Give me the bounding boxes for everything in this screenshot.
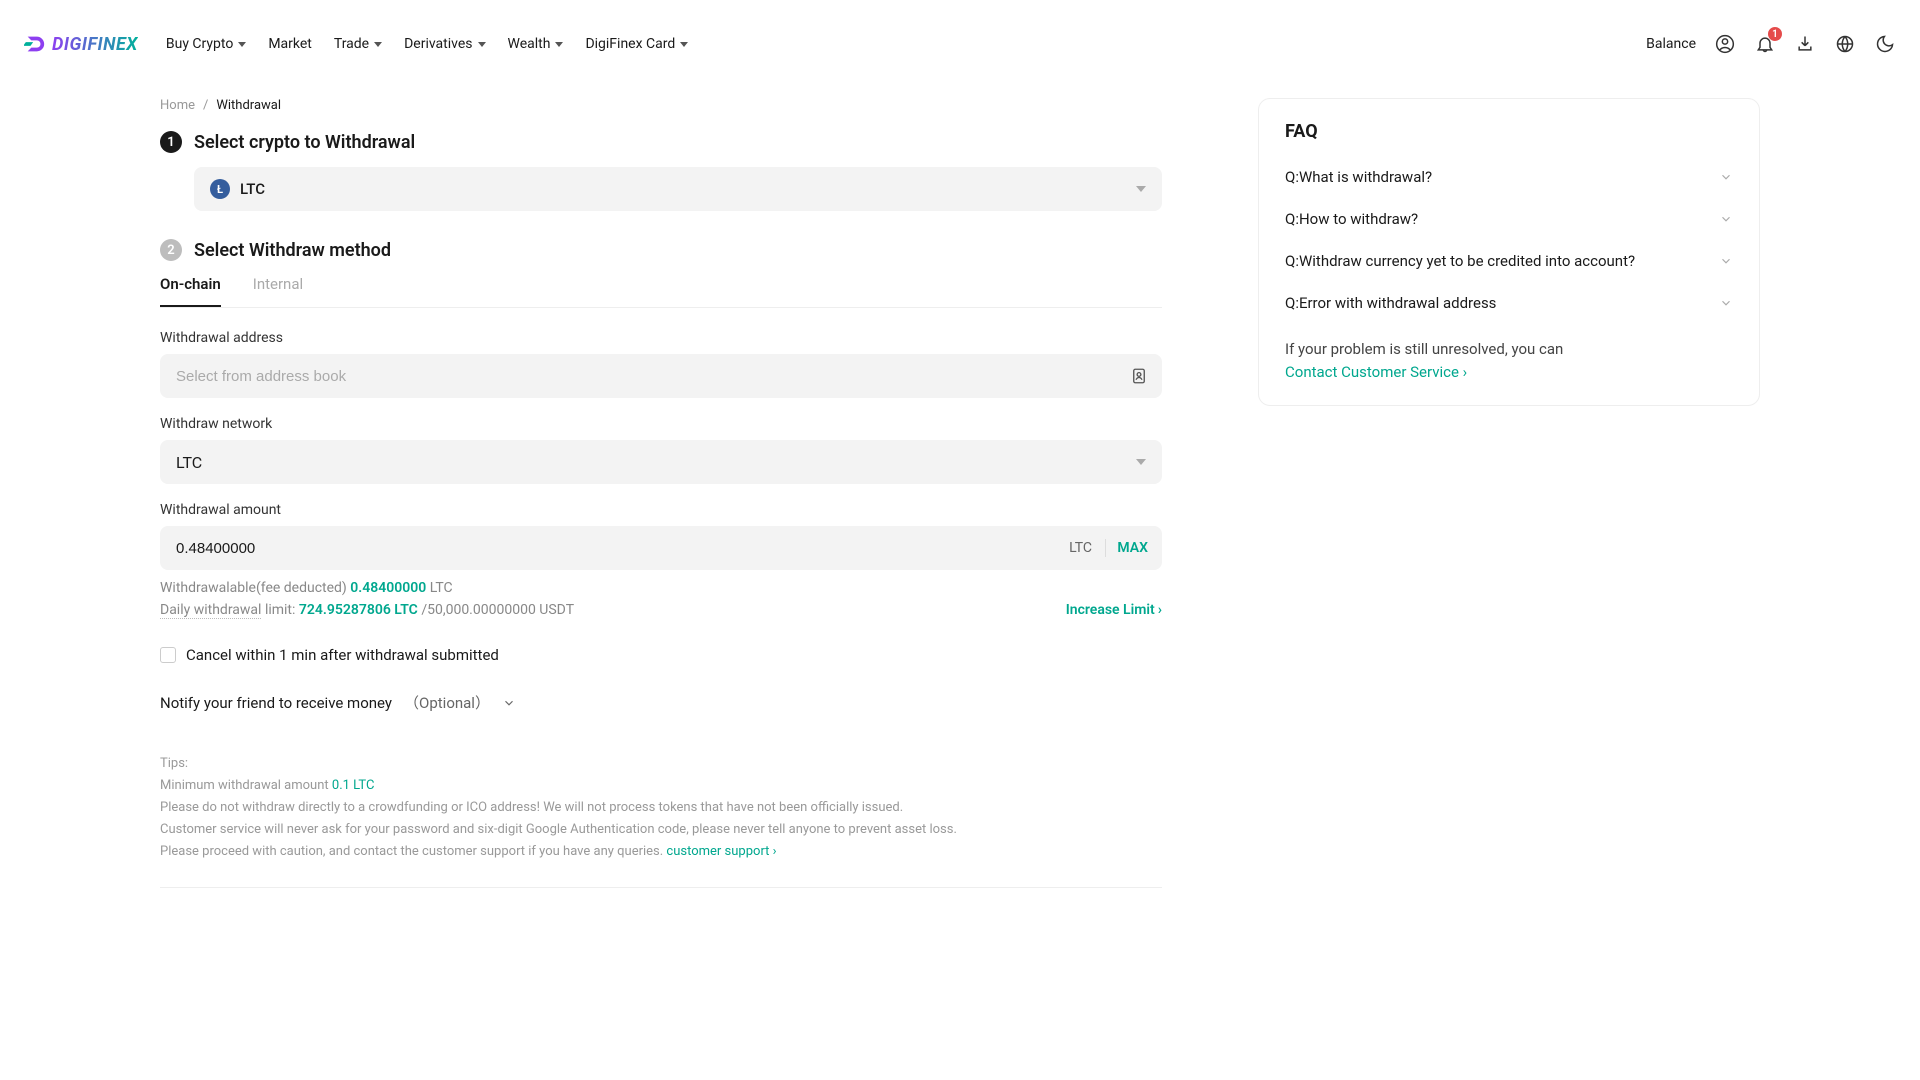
faq-item-1[interactable]: Q:What is withdrawal? [1285,156,1733,198]
amount-field: LTC MAX [160,526,1162,570]
breadcrumb-current: Withdrawal [216,98,281,113]
withdrawable-unit: LTC [430,580,453,596]
daily-total: /50,000.00000000 USDT [421,602,574,618]
crypto-select[interactable]: Ł LTC [194,167,1162,211]
chevron-down-icon [1136,186,1146,192]
breadcrumb-home[interactable]: Home [160,98,195,113]
tips-heading: Tips: [160,753,1162,775]
cancel-checkbox[interactable] [160,647,176,663]
amount-label: Withdrawal amount [160,502,1162,518]
tab-on-chain[interactable]: On-chain [160,275,221,307]
faq-sidebar: FAQ Q:What is withdrawal? Q:How to withd… [1258,88,1760,888]
chevron-down-icon [374,42,382,47]
step-2-header: 2 Select Withdraw method [160,239,1162,261]
top-header: DIGIFINEX Buy Crypto Market Trade Deriva… [0,0,1920,88]
address-label: Withdrawal address [160,330,1162,346]
faq-footer-text: If your problem is still unresolved, you… [1285,338,1733,361]
chevron-down-icon [1719,296,1733,310]
step-2-title: Select Withdraw method [194,240,391,261]
logo-mark-icon [24,33,46,55]
header-right: Balance 1 [1646,33,1896,55]
chevron-down-icon [502,696,516,710]
address-book-icon[interactable] [1130,367,1148,385]
address-field-group: Withdrawal address [160,330,1162,398]
bell-icon[interactable]: 1 [1754,33,1776,55]
amount-unit: LTC [1069,540,1092,556]
nav-market[interactable]: Market [268,36,312,52]
withdraw-method-tabs: On-chain Internal [160,275,1162,308]
withdrawable-label: Withdrawalable(fee deducted) [160,580,350,596]
address-input[interactable] [176,368,1146,385]
step-1-header: 1 Select crypto to Withdrawal [160,131,1162,153]
chevron-down-icon [680,42,688,47]
faq-item-3[interactable]: Q:Withdraw currency yet to be credited i… [1285,240,1733,282]
faq-item-4[interactable]: Q:Error with withdrawal address [1285,282,1733,324]
brand-logo[interactable]: DIGIFINEX [24,33,138,55]
user-icon[interactable] [1714,33,1736,55]
notify-friend-label: Notify your friend to receive money [160,694,392,712]
chevron-down-icon [238,42,246,47]
contact-customer-service-link[interactable]: Contact Customer Service › [1285,361,1733,384]
nav-digifinex-card[interactable]: DigiFinex Card [585,36,688,52]
daily-limit-word: limit: [265,602,299,618]
nav-derivatives[interactable]: Derivatives [404,36,485,52]
chevron-down-icon [1136,459,1146,465]
breadcrumb: Home / Withdrawal [160,88,1162,113]
notify-friend-optional: （Optional） [404,692,490,713]
page-body: Home / Withdrawal 1 Select crypto to Wit… [0,88,1920,888]
chevron-down-icon [1719,212,1733,226]
tips-line-1: Please do not withdraw directly to a cro… [160,797,1162,819]
divider [1105,539,1106,557]
cancel-checkbox-label: Cancel within 1 min after withdrawal sub… [186,646,499,664]
max-button[interactable]: MAX [1117,540,1148,556]
faq-item-2[interactable]: Q:How to withdraw? [1285,198,1733,240]
daily-used: 724.95287806 LTC [299,602,418,618]
tips-line-3a: Please proceed with caution, and contact… [160,844,666,859]
tips-min-value: 0.1 LTC [332,778,375,793]
faq-box: FAQ Q:What is withdrawal? Q:How to withd… [1258,98,1760,406]
notification-badge: 1 [1768,27,1782,41]
step-1-number: 1 [160,131,182,153]
notify-friend-row[interactable]: Notify your friend to receive money （Opt… [160,692,1162,713]
chevron-down-icon [478,42,486,47]
daily-limit-row: Daily withdrawal limit: 724.95287806 LTC… [160,602,1162,618]
chevron-down-icon [555,42,563,47]
nav-wealth[interactable]: Wealth [508,36,564,52]
tips-line-2: Customer service will never ask for your… [160,819,1162,841]
globe-icon[interactable] [1834,33,1856,55]
tips-min-label: Minimum withdrawal amount [160,778,332,793]
network-field-group: Withdraw network LTC [160,416,1162,484]
chevron-down-icon [1719,254,1733,268]
balance-link[interactable]: Balance [1646,36,1696,52]
daily-label: Daily withdrawal [160,602,261,619]
download-icon[interactable] [1794,33,1816,55]
network-value: LTC [176,453,202,472]
chevron-down-icon [1719,170,1733,184]
faq-footer: If your problem is still unresolved, you… [1285,338,1733,383]
customer-support-link[interactable]: customer support › [666,844,776,859]
faq-title: FAQ [1285,121,1733,142]
selected-coin-symbol: LTC [240,180,265,198]
main-column: Home / Withdrawal 1 Select crypto to Wit… [160,88,1162,888]
main-nav: Buy Crypto Market Trade Derivatives Weal… [166,36,688,52]
nav-buy-crypto[interactable]: Buy Crypto [166,36,246,52]
withdrawable-value: 0.48400000 [350,580,426,596]
tips-section: Tips: Minimum withdrawal amount 0.1 LTC … [160,753,1162,888]
logo-text: DIGIFINEX [52,34,138,55]
cancel-checkbox-row: Cancel within 1 min after withdrawal sub… [160,646,1162,664]
amount-input[interactable] [176,540,1146,557]
step-2-number: 2 [160,239,182,261]
ltc-coin-icon: Ł [210,179,230,199]
breadcrumb-separator: / [203,98,208,113]
withdrawable-row: Withdrawalable(fee deducted) 0.48400000 … [160,580,1162,596]
amount-field-group: Withdrawal amount LTC MAX [160,502,1162,570]
network-label: Withdraw network [160,416,1162,432]
nav-trade[interactable]: Trade [334,36,382,52]
tab-internal[interactable]: Internal [253,275,303,307]
network-select[interactable]: LTC [160,440,1162,484]
moon-icon[interactable] [1874,33,1896,55]
address-field[interactable] [160,354,1162,398]
step-1-title: Select crypto to Withdrawal [194,132,415,153]
increase-limit-link[interactable]: Increase Limit › [1066,602,1162,618]
